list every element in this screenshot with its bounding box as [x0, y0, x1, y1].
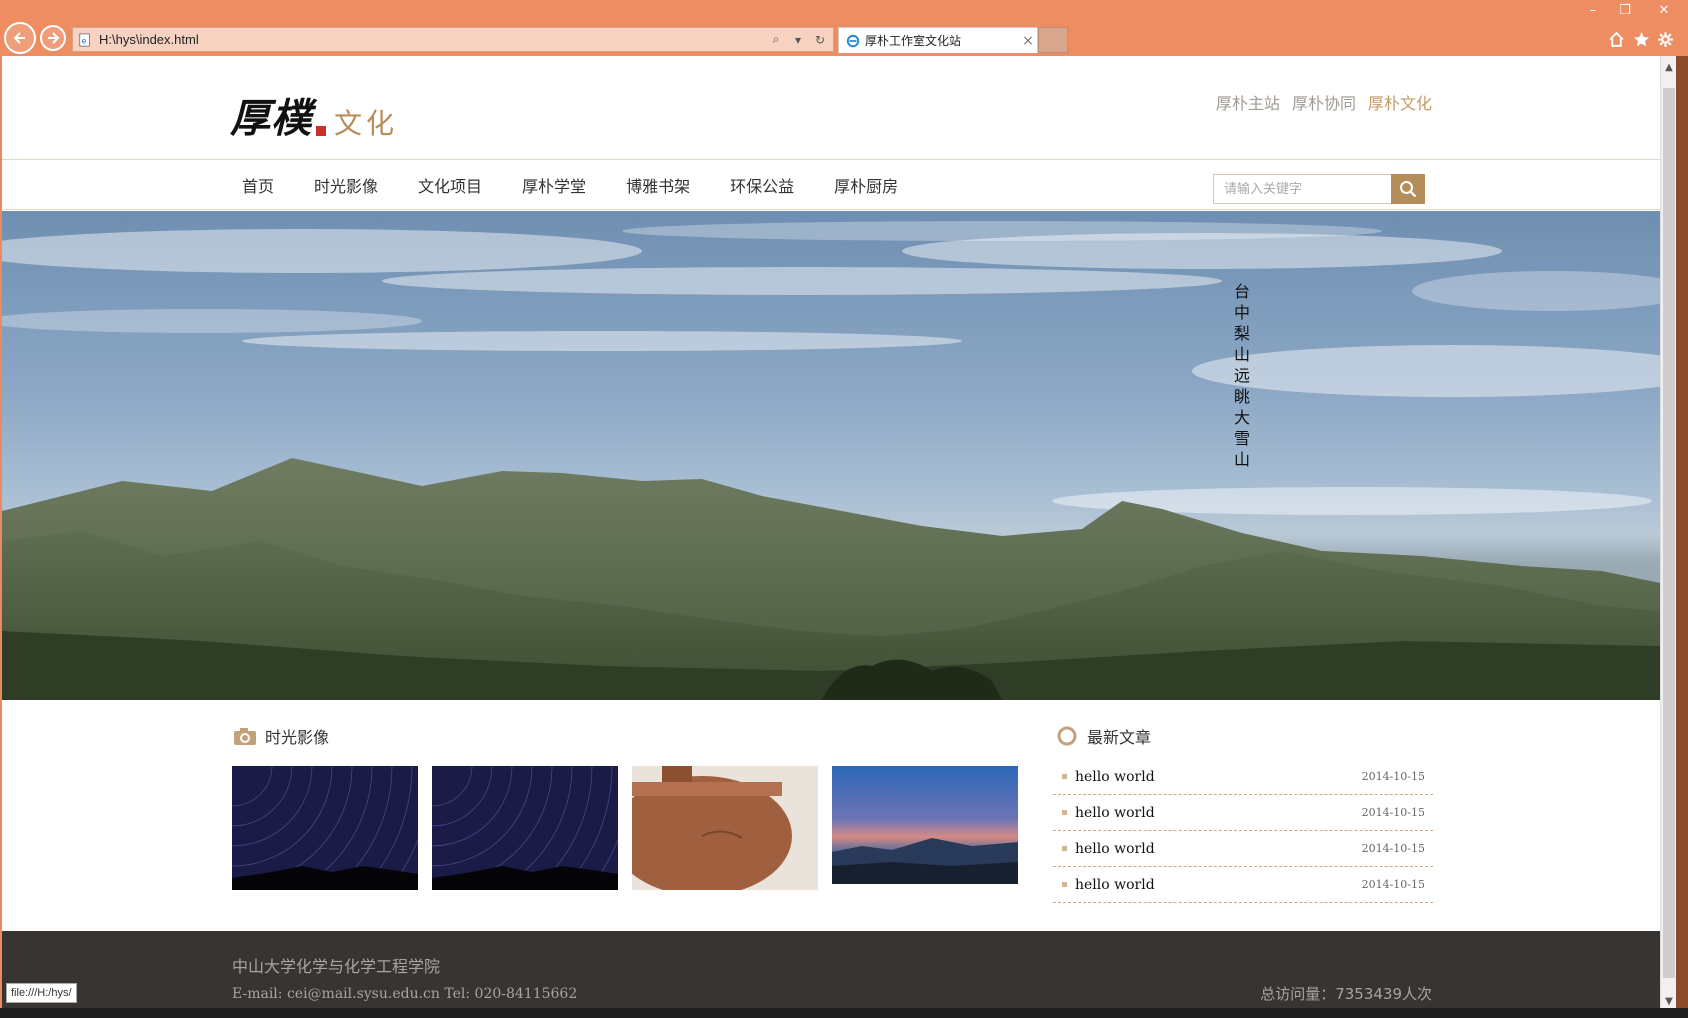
search-box	[1213, 174, 1425, 204]
articles-title-text: 最新文章	[1087, 728, 1152, 747]
ie-logo-icon	[845, 33, 861, 49]
star-trail-photo	[232, 766, 418, 890]
gear-icon[interactable]	[1654, 28, 1676, 50]
nav-item-charity[interactable]: 环保公益	[730, 173, 794, 197]
refresh-icon[interactable]: ↻	[811, 31, 829, 49]
top-link-main-site[interactable]: 厚朴主站	[1216, 90, 1280, 114]
article-item[interactable]: hello world 2014-10-15	[1053, 795, 1433, 831]
search-button[interactable]	[1391, 174, 1425, 204]
restore-icon[interactable]: ❐	[1610, 0, 1640, 20]
article-list: hello world 2014-10-15 hello world 2014-…	[1053, 759, 1433, 903]
new-tab-button[interactable]	[1038, 27, 1068, 53]
seal-icon	[316, 126, 326, 136]
star-trail-photo	[432, 766, 618, 890]
bullet-icon	[1062, 774, 1067, 779]
nav-menu: 首页 时光影像 文化项目 厚朴学堂 博雅书架 环保公益 厚朴厨房	[242, 160, 898, 210]
article-title[interactable]: hello world	[1075, 769, 1362, 785]
site-header: 厚樸 文化 厚朴主站 厚朴协同 厚朴文化	[2, 56, 1660, 160]
articles-section-title: 最新文章	[1055, 724, 1151, 748]
banner-caption: 台中梨山远眺大雪山	[1233, 282, 1250, 469]
article-date: 2014-10-15	[1361, 878, 1425, 891]
article-item[interactable]: hello world 2014-10-15	[1053, 831, 1433, 867]
article-item[interactable]: hello world 2014-10-15	[1053, 867, 1433, 903]
close-window-icon[interactable]: ✕	[1640, 0, 1688, 20]
scroll-up-icon[interactable]: ▲	[1661, 62, 1677, 78]
svg-text:e: e	[82, 36, 87, 45]
address-url[interactable]: H:\hys\index.html	[99, 32, 767, 47]
desktop-edge	[1676, 56, 1688, 1018]
search-icon[interactable]: ⌕	[767, 31, 785, 49]
photos-section-title: 时光影像	[233, 724, 329, 748]
photo-thumb-4[interactable]	[832, 766, 1018, 884]
site-logo[interactable]: 厚樸 文化	[230, 86, 398, 144]
photo-thumb-1[interactable]	[232, 766, 418, 890]
star-icon[interactable]	[1630, 28, 1652, 50]
ie-page-icon: e	[77, 32, 93, 48]
nav-item-projects[interactable]: 文化项目	[418, 173, 482, 197]
footer-contact: E-mail: cei@mail.sysu.edu.cn Tel: 020-84…	[232, 986, 578, 1002]
magnifier-icon	[1400, 181, 1417, 198]
top-links: 厚朴主站 厚朴协同 厚朴文化	[1216, 90, 1432, 114]
refresh-circle-icon	[1055, 725, 1079, 747]
forward-button[interactable]	[40, 25, 66, 51]
nav-item-school[interactable]: 厚朴学堂	[522, 173, 586, 197]
nav-item-kitchen[interactable]: 厚朴厨房	[834, 173, 898, 197]
photo-thumb-3[interactable]	[632, 766, 818, 890]
photos-title-text: 时光影像	[265, 728, 330, 747]
article-date: 2014-10-15	[1361, 770, 1425, 783]
home-icon[interactable]	[1605, 28, 1627, 50]
camera-icon	[233, 725, 257, 747]
main-nav: 首页 时光影像 文化项目 厚朴学堂 博雅书架 环保公益 厚朴厨房	[2, 160, 1660, 210]
article-title[interactable]: hello world	[1075, 877, 1362, 893]
back-button[interactable]	[4, 22, 36, 54]
tab-title: 厚朴工作室文化站	[865, 34, 962, 48]
footer-visit-count: 总访问量：7353439人次	[1260, 985, 1432, 1003]
article-item[interactable]: hello world 2014-10-15	[1053, 759, 1433, 795]
top-link-collab[interactable]: 厚朴协同	[1292, 90, 1356, 114]
article-date: 2014-10-15	[1361, 842, 1425, 855]
bullet-icon	[1062, 810, 1067, 815]
article-date: 2014-10-15	[1361, 806, 1425, 819]
nav-item-home[interactable]: 首页	[242, 173, 274, 197]
arrow-left-icon	[13, 32, 25, 44]
mountain-landscape-image	[2, 221, 1660, 700]
article-title[interactable]: hello world	[1075, 805, 1362, 821]
address-bar[interactable]: e H:\hys\index.html ⌕ ▾ ↻	[72, 27, 834, 52]
nav-item-photos[interactable]: 时光影像	[314, 173, 378, 197]
nav-item-bookshelf[interactable]: 博雅书架	[626, 173, 690, 197]
logo-sub-text: 文化	[334, 107, 399, 140]
logo-main-text: 厚樸	[230, 95, 312, 142]
teapot-photo	[632, 766, 818, 890]
search-input[interactable]	[1213, 174, 1391, 204]
browser-chrome: e H:\hys\index.html ⌕ ▾ ↻ 厚朴工作室文化站 × – ❐…	[0, 0, 1688, 56]
vertical-scrollbar[interactable]: ▲ ▼	[1660, 56, 1676, 1018]
scroll-thumb[interactable]	[1663, 88, 1675, 978]
minimize-icon[interactable]: –	[1578, 0, 1608, 20]
close-tab-icon[interactable]: ×	[1019, 33, 1037, 49]
article-title[interactable]: hello world	[1075, 841, 1362, 857]
site-footer: 中山大学化学与化学工程学院 E-mail: cei@mail.sysu.edu.…	[2, 931, 1660, 1018]
photo-thumb-2[interactable]	[432, 766, 618, 890]
hero-banner[interactable]: 台中梨山远眺大雪山	[2, 211, 1660, 700]
page-viewport: 厚樸 文化 厚朴主站 厚朴协同 厚朴文化 首页 时光影像 文化项目 厚朴学堂 博…	[2, 56, 1660, 1018]
footer-org: 中山大学化学与化学工程学院	[232, 957, 441, 976]
browser-tab[interactable]: 厚朴工作室文化站 ×	[838, 27, 1038, 53]
status-bar: file:///H:/hys/	[6, 983, 77, 1003]
bullet-icon	[1062, 882, 1067, 887]
dropdown-icon[interactable]: ▾	[789, 31, 807, 49]
arrow-right-icon	[48, 32, 60, 44]
bullet-icon	[1062, 846, 1067, 851]
top-link-culture[interactable]: 厚朴文化	[1368, 90, 1432, 114]
taskbar	[0, 1008, 1688, 1018]
dusk-mountains-photo	[832, 766, 1018, 884]
